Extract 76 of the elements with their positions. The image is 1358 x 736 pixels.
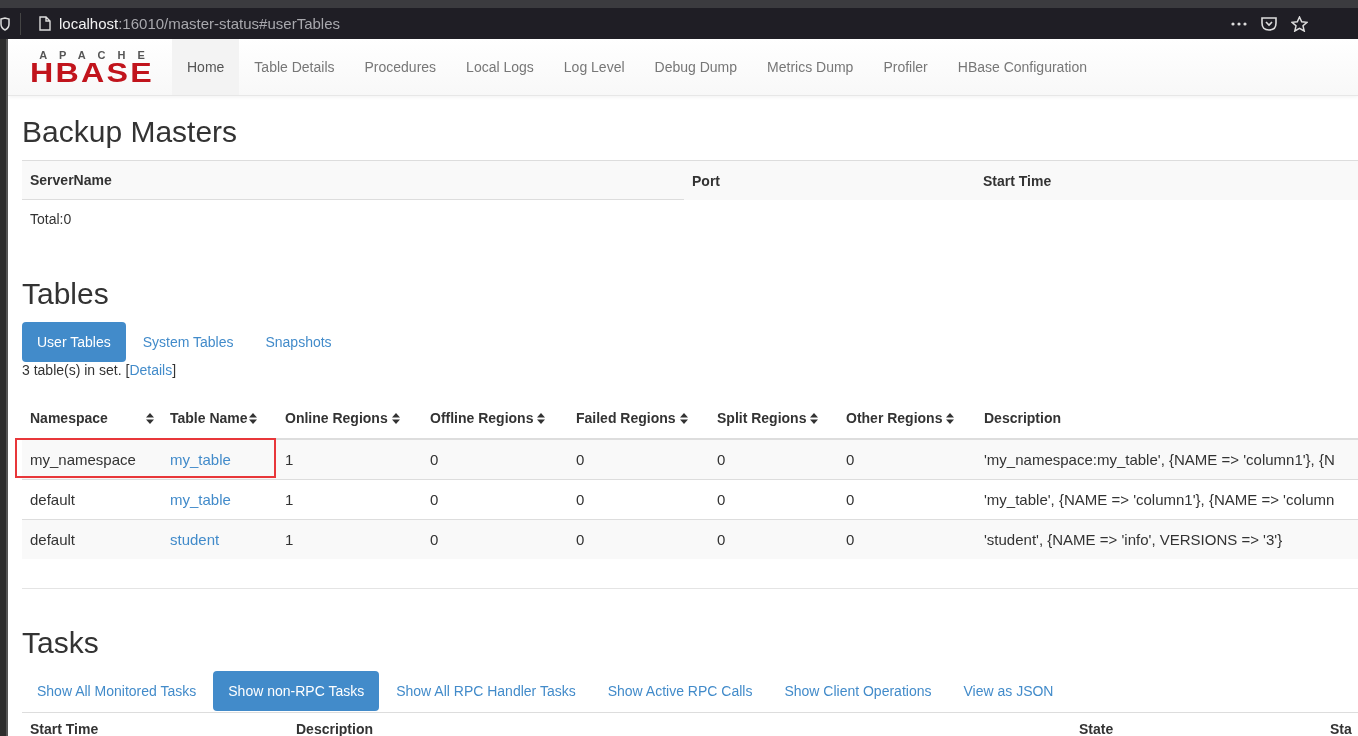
table-header-cell: ServerName xyxy=(22,160,684,200)
table-cell: 0 xyxy=(717,451,726,468)
section-heading: Tasks xyxy=(22,625,100,661)
pocket-icon[interactable] xyxy=(1261,16,1277,31)
table-cell: 0 xyxy=(576,531,585,548)
more-icon[interactable] xyxy=(1231,21,1247,26)
table-cell: 1 xyxy=(285,531,294,548)
star-icon[interactable] xyxy=(1291,15,1308,32)
table-header-cell[interactable]: Split Regions xyxy=(709,398,838,438)
table-cell: 'student', {NAME => 'info', VERSIONS => '3'} xyxy=(984,531,1283,548)
tab[interactable]: Show non-RPC Tasks xyxy=(213,671,380,711)
table-header-cell[interactable]: Offline Regions xyxy=(422,398,568,438)
table-header-cell[interactable]: Namespace xyxy=(22,398,162,438)
table-cell: 0 xyxy=(717,531,726,548)
table-header-cell[interactable]: Other Regions xyxy=(838,398,976,438)
table-cell: my_namespace xyxy=(30,451,136,468)
table-cell: 'my_namespace:my_table', {NAME => 'column1'}, {N xyxy=(984,451,1335,468)
table-cell: 0 xyxy=(846,451,855,468)
shield-icon[interactable] xyxy=(0,16,10,31)
table-cell: default xyxy=(30,491,76,508)
table-header-cell[interactable]: Description xyxy=(976,398,1358,438)
table-cell: 0 xyxy=(846,531,855,548)
table-cell: 'my_table', {NAME => 'column1'}, {NAME => 'column xyxy=(984,491,1335,508)
table-link[interactable]: my_table xyxy=(170,451,231,468)
table-cell: 0 xyxy=(576,491,585,508)
sort-icon[interactable] xyxy=(679,412,688,424)
hbase-logo[interactable]: APACHE HBASE xyxy=(22,39,172,95)
table-header-cell: Description xyxy=(296,721,373,736)
table-header-cell[interactable]: Online Regions xyxy=(277,398,422,438)
table-cell: default xyxy=(30,531,76,548)
nav-link[interactable]: Debug Dump xyxy=(639,39,753,95)
table-cell: 0 xyxy=(430,491,439,508)
nav-link[interactable]: Procedures xyxy=(349,39,452,95)
sort-icon[interactable] xyxy=(537,412,546,424)
nav-link[interactable]: Metrics Dump xyxy=(752,39,869,95)
table-header-cell: Port xyxy=(684,160,975,200)
nav-link[interactable]: Local Logs xyxy=(451,39,549,95)
table-count-text: 3 table(s) in set. [Details] xyxy=(22,361,178,380)
tab[interactable]: Show All RPC Handler Tasks xyxy=(381,671,591,711)
sort-icon[interactable] xyxy=(146,412,154,424)
table-header-cell: Sta xyxy=(1330,721,1352,736)
table-header-cell[interactable]: Table Name xyxy=(162,398,277,438)
table-cell: 0 xyxy=(430,451,439,468)
url-text[interactable]: localhost:16010/master-status#userTables xyxy=(59,15,340,32)
tab[interactable]: Show Client Operations xyxy=(769,671,947,711)
page-icon xyxy=(39,16,51,31)
table-header-cell: Start Time xyxy=(975,160,1358,200)
table-link[interactable]: student xyxy=(170,531,220,548)
nav-link[interactable]: Home xyxy=(172,39,240,95)
nav-link[interactable]: Log Level xyxy=(548,39,640,95)
section-heading: Tables xyxy=(22,276,110,312)
table-cell: 1 xyxy=(285,451,294,468)
total-text: Total:0 xyxy=(30,211,72,227)
sort-icon[interactable] xyxy=(391,412,400,424)
section-heading: Backup Masters xyxy=(22,114,239,150)
sort-icon[interactable] xyxy=(946,412,955,424)
table-cell: 1 xyxy=(285,491,294,508)
nav-link[interactable]: Profiler xyxy=(868,39,943,95)
tab[interactable]: View as JSON xyxy=(948,671,1069,711)
tab[interactable]: System Tables xyxy=(127,322,249,362)
table-cell: 0 xyxy=(430,531,439,548)
table-cell: 0 xyxy=(717,491,726,508)
table-link[interactable]: my_table xyxy=(170,491,231,508)
nav-link[interactable]: HBase Configuration xyxy=(942,39,1102,95)
tab[interactable]: Snapshots xyxy=(250,322,347,362)
tab[interactable]: Show All Monitored Tasks xyxy=(22,671,212,711)
table-header-cell: Start Time xyxy=(30,721,99,736)
table-header-cell: State xyxy=(1079,721,1114,736)
nav-link[interactable]: Table Details xyxy=(239,39,350,95)
table-cell: 0 xyxy=(846,491,855,508)
sort-icon[interactable] xyxy=(810,412,819,424)
sort-icon[interactable] xyxy=(248,412,257,424)
tab[interactable]: Show Active RPC Calls xyxy=(592,671,768,711)
table-header-cell[interactable]: Failed Regions xyxy=(568,398,709,438)
table-cell: 0 xyxy=(576,451,585,468)
tab[interactable]: User Tables xyxy=(22,322,126,362)
